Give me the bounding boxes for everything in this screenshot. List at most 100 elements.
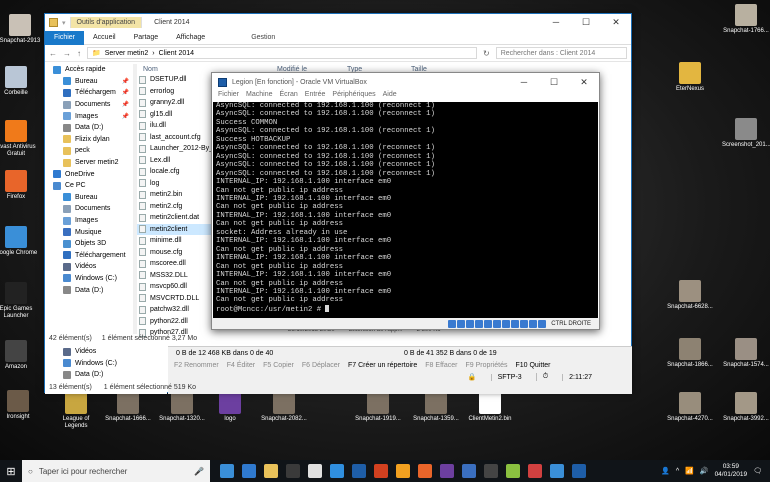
minimize-button[interactable]: ─ — [509, 77, 539, 88]
nav-item[interactable]: OneDrive — [45, 168, 133, 180]
taskbar-app-icon[interactable] — [484, 464, 498, 478]
notification-icon[interactable]: 🗨 — [753, 467, 762, 475]
desktop-icon[interactable]: Amazon — [0, 340, 40, 371]
nav-item[interactable]: Musique — [45, 226, 133, 238]
taskbar-app-icon[interactable] — [462, 464, 476, 478]
taskbar-app-icon[interactable] — [396, 464, 410, 478]
address-bar[interactable]: 📁 Server metin2 › Client 2014 — [87, 47, 477, 59]
taskbar-app-icon[interactable] — [550, 464, 564, 478]
nav-item[interactable]: Bureau — [45, 192, 133, 204]
volume-icon[interactable]: 🔊 — [700, 467, 709, 475]
taskbar-app-icon[interactable] — [242, 464, 256, 478]
nav-item[interactable]: Vidéos — [45, 261, 133, 273]
taskbar-app-icon[interactable] — [528, 464, 542, 478]
keyboard-icon[interactable] — [538, 319, 547, 328]
mouse-integration-icon[interactable] — [529, 319, 538, 328]
nav-item[interactable]: Data (D:) — [45, 284, 133, 296]
taskbar-app-icon[interactable] — [220, 464, 234, 478]
breadcrumb-server-metin2[interactable]: Server metin2 — [105, 50, 149, 57]
vbox-menu-item[interactable]: Écran — [279, 91, 297, 102]
vm-console[interactable]: AsyncSQL: connected to 192.168.1.100 (re… — [213, 102, 598, 318]
ribbon-tab-file[interactable]: Fichier — [45, 30, 85, 45]
nav-item[interactable]: Data (D:) — [45, 122, 133, 134]
desktop-icon[interactable]: Snapchat-1919... — [354, 392, 402, 423]
desktop-icon[interactable]: Snapchat-1320... — [158, 392, 206, 423]
minimize-button[interactable]: ─ — [541, 17, 571, 28]
function-key-button[interactable]: F7 Créer un répertoire — [348, 362, 417, 369]
desktop-icon[interactable]: Snapchat-1574... — [722, 338, 770, 369]
recording-icon[interactable] — [511, 319, 520, 328]
nav-item[interactable]: Images — [45, 215, 133, 227]
nav-item[interactable]: Bureau 📌 — [45, 76, 133, 88]
desktop-icon[interactable]: Ironsight — [0, 390, 42, 421]
taskbar-app-icon[interactable] — [374, 464, 388, 478]
context-tab-app-tools[interactable]: Outils d'application — [69, 17, 143, 28]
nav-item[interactable]: peck — [45, 145, 133, 157]
desktop-icon[interactable]: EterNexus — [666, 62, 714, 93]
function-key-button[interactable]: F4 Éditer — [227, 362, 255, 369]
taskbar-app-icon[interactable] — [264, 464, 278, 478]
desktop-icon[interactable]: Snapchat-6628... — [666, 280, 714, 311]
taskbar-app-icon[interactable] — [330, 464, 344, 478]
desktop-icon[interactable]: Screenshot_201... — [722, 118, 770, 149]
nav-item-videos[interactable]: Vidéos — [45, 346, 167, 358]
microphone-icon[interactable]: 🎤 — [194, 467, 204, 476]
forward-arrow-icon[interactable]: → — [63, 49, 71, 58]
nav-item[interactable]: Ce PC — [45, 180, 133, 192]
nav-item[interactable]: Documents 📌 — [45, 99, 133, 111]
desktop-icon[interactable]: Epic Games Launcher — [0, 282, 40, 320]
chevron-up-icon[interactable]: ^ — [676, 468, 679, 475]
maximize-button[interactable]: ☐ — [571, 17, 601, 28]
nav-item[interactable]: Images 📌 — [45, 110, 133, 122]
quick-access-toolbar[interactable]: ▾ — [62, 19, 66, 27]
taskbar-app-icon[interactable] — [286, 464, 300, 478]
taskbar-app-icon[interactable] — [308, 464, 322, 478]
nav-item[interactable]: Documents — [45, 203, 133, 215]
desktop-icon[interactable]: Snapchat-1766... — [722, 4, 770, 35]
desktop-icon[interactable]: Snapchat-2913 — [0, 14, 44, 45]
function-key-button[interactable]: F2 Renommer — [174, 362, 219, 369]
function-key-button[interactable]: F10 Quitter — [515, 362, 550, 369]
nav-item[interactable]: Server metin2 — [45, 157, 133, 169]
ribbon-tab-share[interactable]: Partage — [125, 34, 168, 41]
taskbar-app-icon[interactable] — [418, 464, 432, 478]
taskbar-app-icon[interactable] — [440, 464, 454, 478]
vbox-menu-item[interactable]: Fichier — [218, 91, 239, 102]
function-key-button[interactable]: F8 Effacer — [425, 362, 457, 369]
desktop-icon[interactable]: League of Legends — [52, 392, 100, 430]
shared-folder-icon[interactable] — [493, 319, 502, 328]
maximize-button[interactable]: ☐ — [539, 77, 569, 88]
nav-item[interactable]: Accès rapide — [45, 64, 133, 76]
close-button[interactable]: ✕ — [601, 17, 631, 28]
network-icon[interactable] — [475, 319, 484, 328]
nav-item[interactable]: Windows (C:) — [45, 273, 133, 285]
usb-icon[interactable] — [484, 319, 493, 328]
desktop-icon[interactable]: logo — [206, 392, 254, 423]
taskbar-search[interactable]: ○ Taper ici pour rechercher 🎤 — [22, 460, 210, 482]
desktop-icon[interactable]: Snapchat-4270... — [666, 392, 714, 423]
desktop-icon[interactable]: Snapchat-2082... — [260, 392, 308, 423]
up-arrow-icon[interactable]: ↑ — [77, 49, 81, 58]
nav-item[interactable]: Flizix dylan — [45, 134, 133, 146]
function-key-button[interactable]: F6 Déplacer — [302, 362, 340, 369]
desktop-icon[interactable]: Avast Antivirus Gratuit — [0, 120, 40, 158]
vbox-menu-item[interactable]: Entrée — [305, 91, 326, 102]
refresh-icon[interactable]: ↻ — [483, 49, 490, 58]
ribbon-tab-view[interactable]: Affichage — [167, 34, 214, 41]
desktop-icon[interactable]: Google Chrome — [0, 226, 40, 257]
nav-item[interactable]: Téléchargement — [45, 250, 133, 262]
close-button[interactable]: ✕ — [569, 77, 599, 88]
nav-item-windows-c[interactable]: Windows (C:) — [45, 358, 167, 370]
display-icon[interactable] — [502, 319, 511, 328]
desktop-icon[interactable]: Snapchat-1359... — [412, 392, 460, 423]
ribbon-tab-manage[interactable]: Gestion — [242, 34, 284, 41]
desktop-icon[interactable]: ClientMetin2.bin — [466, 392, 514, 423]
nav-item[interactable]: Téléchargem 📌 — [45, 87, 133, 99]
taskbar-app-icon[interactable] — [352, 464, 366, 478]
network-icon[interactable]: 📶 — [685, 467, 694, 475]
taskbar-app-icon[interactable] — [506, 464, 520, 478]
audio-icon[interactable] — [466, 319, 475, 328]
windows-start-icon[interactable]: ⊞ — [0, 460, 22, 482]
nav-item-data-d[interactable]: Data (D:) — [45, 369, 167, 381]
function-key-button[interactable]: F9 Propriétés — [465, 362, 507, 369]
